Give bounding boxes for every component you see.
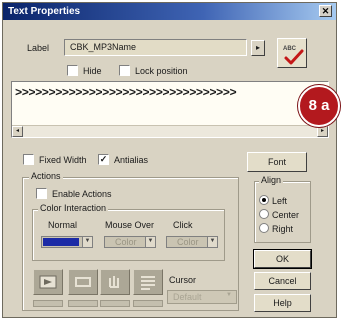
action-slot [68, 300, 98, 307]
align-right-radio[interactable] [259, 223, 269, 233]
align-center-radio[interactable] [259, 209, 269, 219]
chevron-down-icon: ▼ [82, 237, 92, 247]
hide-label: Hide [83, 66, 102, 76]
ok-button[interactable]: OK [253, 249, 312, 269]
window-title: Text Properties [8, 6, 81, 17]
mouse-over-color-value: Color [115, 237, 137, 247]
action-slot [33, 300, 63, 307]
actions-title: Actions [29, 171, 63, 181]
label-browse-button[interactable]: ▸ [251, 40, 265, 56]
cursor-dropdown[interactable]: Default ▼ [167, 290, 237, 304]
action-slot [133, 300, 163, 307]
text-list-icon [141, 276, 155, 290]
color-interaction-group: Color Interaction [32, 203, 225, 261]
label-caption: Label [27, 43, 50, 53]
abc-spellcheck-icon [284, 49, 304, 65]
frame-button[interactable] [68, 269, 98, 295]
color-interaction-title: Color Interaction [38, 203, 109, 213]
scroll-left-button[interactable]: ◂ [12, 126, 23, 137]
text-content-area[interactable]: >>>>>>>>>>>>>>>>>>>>>>>>>>>>>>>>> ◂ ▸ [11, 81, 329, 138]
frame-icon [75, 277, 91, 287]
click-column-label: Click [173, 220, 193, 230]
enable-actions-label: Enable Actions [52, 189, 112, 199]
align-left-label: Left [272, 196, 288, 206]
text-content: >>>>>>>>>>>>>>>>>>>>>>>>>>>>>>>>> [15, 86, 237, 100]
align-left-radio[interactable] [259, 195, 269, 205]
text-list-button[interactable] [133, 269, 163, 295]
fixed-width-checkbox[interactable] [23, 154, 34, 165]
radio-selected-dot [262, 198, 266, 202]
action-slot [100, 300, 130, 307]
font-button[interactable]: Font [247, 152, 307, 172]
cursor-label: Cursor [169, 275, 197, 285]
title-bar[interactable]: Text Properties ✕ [3, 3, 336, 20]
align-center-label: Center [272, 210, 300, 220]
align-right-label: Right [272, 224, 294, 234]
chevron-down-icon: ▼ [226, 292, 232, 298]
cursor-value: Default [173, 292, 202, 302]
align-title: Align [259, 175, 284, 185]
help-button[interactable]: Help [254, 294, 311, 312]
cursor-hand-button[interactable] [100, 269, 130, 295]
lock-position-label: Lock position [135, 66, 188, 76]
normal-column-label: Normal [48, 220, 78, 230]
antialias-label: Antialias [114, 155, 149, 165]
mouse-over-column-label: Mouse Over [105, 220, 155, 230]
click-color-value: Color [177, 237, 199, 247]
antialias-checkbox[interactable]: ✓ [98, 154, 109, 165]
fixed-width-label: Fixed Width [39, 155, 87, 165]
click-color-picker[interactable]: Color ▼ [166, 236, 218, 248]
chevron-down-icon: ▼ [145, 237, 155, 247]
normal-color-picker[interactable]: ▼ [41, 236, 93, 248]
spellcheck-button[interactable]: ABC [277, 38, 307, 68]
play-sound-icon [39, 275, 57, 289]
enable-actions-checkbox[interactable] [36, 188, 47, 199]
play-sound-button[interactable] [33, 269, 63, 295]
chevron-down-icon: ▼ [207, 237, 217, 247]
step-badge: 8 a [298, 85, 340, 127]
horizontal-scrollbar[interactable]: ◂ ▸ [12, 125, 328, 137]
lock-position-checkbox[interactable] [119, 65, 130, 76]
cursor-hand-icon [109, 276, 119, 288]
normal-color-swatch [43, 238, 79, 246]
mouse-over-color-picker[interactable]: Color ▼ [104, 236, 156, 248]
scroll-right-button[interactable]: ▸ [317, 126, 328, 137]
close-button[interactable]: ✕ [319, 5, 332, 17]
label-field[interactable]: CBK_MP3Name [64, 39, 247, 56]
cancel-button[interactable]: Cancel [254, 272, 311, 290]
text-properties-dialog: Text Properties ✕ Label CBK_MP3Name ▸ AB… [2, 2, 337, 318]
hide-checkbox[interactable] [67, 65, 78, 76]
